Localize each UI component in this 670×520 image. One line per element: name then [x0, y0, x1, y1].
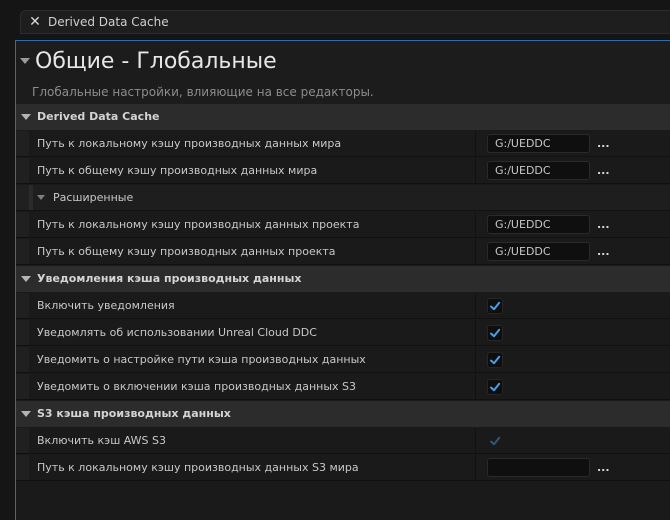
- chevron-down-icon: [37, 195, 45, 200]
- settings-panel: Общие - Глобальные Глобальные настройки,…: [15, 40, 670, 520]
- browse-button[interactable]: ...: [597, 217, 610, 233]
- property-label: Уведомить о настройке пути кэша производ…: [37, 353, 366, 366]
- property-row-shared-project-cache: Путь к общему кэшу производных данных пр…: [16, 239, 670, 265]
- category-derived-data-cache[interactable]: Derived Data Cache: [16, 104, 670, 130]
- browse-button[interactable]: ...: [597, 244, 610, 260]
- tab-title: Derived Data Cache: [48, 15, 169, 29]
- chevron-down-icon: [21, 114, 31, 120]
- checkmark-icon: [490, 355, 501, 365]
- property-label: Включить уведомления: [37, 299, 175, 312]
- browse-button[interactable]: ...: [597, 163, 610, 179]
- property-label: Путь к локальному кэшу производных данны…: [37, 137, 342, 150]
- category-notifications[interactable]: Уведомления кэша производных данных: [16, 266, 670, 292]
- document-tab[interactable]: ✕ Derived Data Cache: [20, 10, 670, 34]
- property-row-shared-world-cache: Путь к общему кэшу производных данных ми…: [16, 158, 670, 184]
- property-row-unreal-cloud-ddc: Уведомлять об использовании Unreal Cloud…: [16, 320, 670, 346]
- shared-world-cache-path-input[interactable]: [487, 161, 590, 180]
- unreal-cloud-ddc-checkbox[interactable]: [487, 325, 503, 341]
- subcategory-label: Расширенные: [53, 191, 134, 204]
- local-world-cache-path-input[interactable]: [487, 134, 590, 153]
- checkmark-icon: [490, 382, 501, 392]
- window-top-bar: ✕ Derived Data Cache: [0, 0, 670, 40]
- property-label: Путь к локальному кэшу производных данны…: [37, 461, 359, 474]
- property-label: Уведомить о включении кэша производных д…: [37, 380, 357, 393]
- collapse-arrow-icon[interactable]: [20, 58, 30, 64]
- path-setup-notify-checkbox[interactable]: [487, 352, 503, 368]
- checkmark-icon: [490, 301, 501, 311]
- category-label: Derived Data Cache: [37, 110, 160, 123]
- property-label: Путь к общему кэшу производных данных пр…: [37, 245, 336, 258]
- property-label: Путь к общему кэшу производных данных ми…: [37, 164, 318, 177]
- category-label: Уведомления кэша производных данных: [37, 272, 302, 285]
- property-row-local-project-cache: Путь к локальному кэшу производных данны…: [16, 212, 670, 238]
- property-label: Путь к локальному кэшу производных данны…: [37, 218, 360, 231]
- page-description: Глобальные настройки, влияющие на все ре…: [32, 85, 374, 99]
- property-row-local-world-cache: Путь к локальному кэшу производных данны…: [16, 131, 670, 157]
- shared-project-cache-path-input[interactable]: [487, 242, 590, 261]
- subcategory-advanced[interactable]: Расширенные: [16, 185, 670, 211]
- s3-local-cache-path-input[interactable]: [487, 458, 590, 477]
- page-title: Общие - Глобальные: [35, 49, 277, 74]
- local-project-cache-path-input[interactable]: [487, 215, 590, 234]
- settings-header: Общие - Глобальные Глобальные настройки,…: [16, 41, 670, 104]
- close-icon[interactable]: ✕: [27, 14, 43, 30]
- property-label: Включить кэш AWS S3: [37, 434, 167, 447]
- property-row-enable-aws-s3: Включить кэш AWS S3: [16, 428, 670, 454]
- category-s3-cache[interactable]: S3 кэша производных данных: [16, 401, 670, 427]
- browse-button[interactable]: ...: [597, 460, 610, 476]
- enable-aws-s3-checkbox[interactable]: [487, 433, 503, 449]
- s3-enable-notify-checkbox[interactable]: [487, 379, 503, 395]
- property-row-path-setup: Уведомить о настройке пути кэша производ…: [16, 347, 670, 373]
- checkmark-icon: [490, 436, 501, 446]
- property-row-s3-local-path: Путь к локальному кэшу производных данны…: [16, 455, 670, 481]
- chevron-down-icon: [21, 411, 31, 417]
- property-label: Уведомлять об использовании Unreal Cloud…: [37, 326, 317, 339]
- category-label: S3 кэша производных данных: [37, 407, 231, 420]
- property-row-s3-enable-notify: Уведомить о включении кэша производных д…: [16, 374, 670, 400]
- chevron-down-icon: [21, 276, 31, 282]
- enable-notifications-checkbox[interactable]: [487, 298, 503, 314]
- checkmark-icon: [490, 328, 501, 338]
- browse-button[interactable]: ...: [597, 136, 610, 152]
- property-row-enable-notifications: Включить уведомления: [16, 293, 670, 319]
